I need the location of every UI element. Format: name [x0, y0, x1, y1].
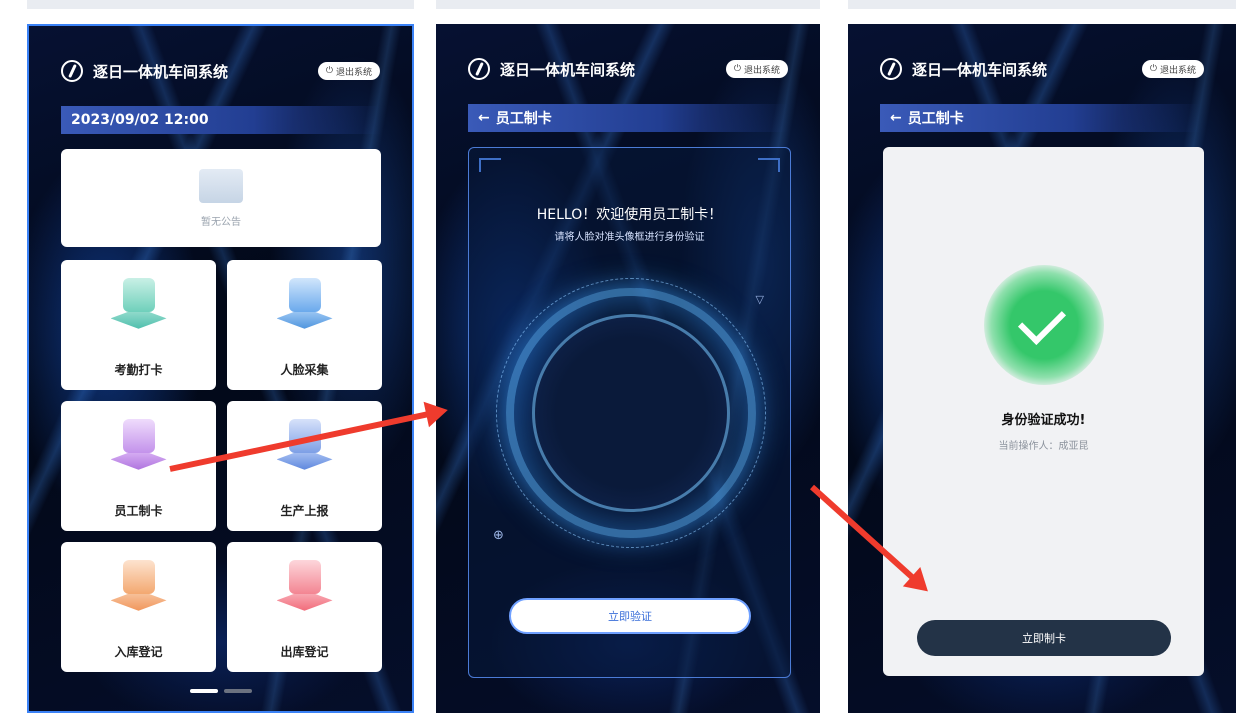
house-out-icon	[273, 560, 337, 626]
home-screen: 逐日一体机车间系统 ⏻ 退出系统 2023/09/02 12:00 暂无公告 考…	[27, 24, 414, 713]
success-card: 身份验证成功! 当前操作人：成亚昆 立即制卡	[883, 147, 1204, 676]
back-title: 员工制卡	[907, 111, 964, 127]
document-icon	[273, 419, 337, 485]
success-title: 身份验证成功!	[1001, 413, 1086, 428]
triangle-icon: ▽	[755, 293, 764, 306]
card-icon	[107, 419, 171, 485]
frame-corner	[479, 158, 501, 172]
verify-success-screen: 逐日一体机车间系统 ⏻ 退出系统 ← 员工制卡 身份验证成功! 当前操作人：成亚…	[848, 24, 1236, 713]
app-logo-icon	[468, 58, 490, 80]
cropped-top-strip	[436, 0, 820, 9]
tile-label: 生产上报	[280, 504, 329, 518]
tile-stock-in[interactable]: 入库登记	[61, 542, 216, 672]
tile-label: 人脸采集	[280, 363, 329, 377]
page-indicator[interactable]	[189, 689, 252, 693]
operator-text: 当前操作人：成亚昆	[998, 441, 1089, 452]
back-arrow-icon[interactable]: ←	[890, 110, 902, 126]
function-grid: 考勤打卡 人脸采集 员工制卡 生产上报 入库登记 出库登记	[61, 260, 383, 672]
exit-button[interactable]: ⏻ 退出系统	[725, 60, 788, 78]
make-card-button[interactable]: 立即制卡	[917, 620, 1171, 656]
tile-stock-out[interactable]: 出库登记	[227, 542, 382, 672]
frame-corner	[758, 158, 780, 172]
app-brand: 逐日一体机车间系统	[880, 58, 1047, 80]
back-arrow-icon[interactable]: ←	[478, 110, 490, 126]
app-title: 逐日一体机车间系统	[500, 60, 636, 79]
app-logo-icon	[880, 58, 902, 80]
hello-heading: HELLO！欢迎使用员工制卡！	[536, 207, 723, 223]
app-logo-icon	[61, 60, 83, 82]
exit-label: 退出系统	[335, 67, 372, 78]
app-brand: 逐日一体机车间系统	[468, 58, 635, 80]
cropped-top-strip	[27, 0, 414, 9]
back-title: 员工制卡	[495, 111, 552, 127]
face-ring	[496, 278, 766, 548]
tile-face-capture[interactable]: 人脸采集	[227, 260, 382, 390]
tile-production-report[interactable]: 生产上报	[227, 401, 382, 531]
verify-button[interactable]: 立即验证	[509, 598, 751, 634]
success-check-icon	[983, 265, 1104, 385]
back-bar[interactable]: ← 员工制卡	[880, 104, 1200, 132]
empty-box-icon	[199, 168, 243, 203]
tile-label: 员工制卡	[114, 504, 163, 518]
face-scan-icon	[273, 278, 337, 344]
exit-button[interactable]: ⏻ 退出系统	[1141, 60, 1204, 78]
exit-button[interactable]: ⏻ 退出系统	[317, 62, 380, 80]
notice-card: 暂无公告	[61, 149, 381, 247]
exit-label: 退出系统	[1159, 65, 1196, 76]
back-bar[interactable]: ← 员工制卡	[468, 104, 788, 132]
tile-label: 入库登记	[114, 645, 163, 659]
face-scan-frame: HELLO！欢迎使用员工制卡！ 请将人脸对准头像框进行身份验证 ▽ ⊕ 立即验证	[468, 147, 791, 678]
face-verify-screen: 逐日一体机车间系统 ⏻ 退出系统 ← 员工制卡 HELLO！欢迎使用员工制卡！ …	[436, 24, 820, 713]
power-icon: ⏻	[325, 66, 333, 76]
datetime-text: 2023/09/02 12:00	[71, 112, 209, 128]
notice-text: 暂无公告	[201, 216, 241, 228]
app-brand: 逐日一体机车间系统	[61, 60, 228, 82]
tile-label: 出库登记	[280, 645, 329, 659]
house-in-icon	[107, 560, 171, 626]
app-title: 逐日一体机车间系统	[912, 60, 1048, 79]
power-icon: ⏻	[733, 64, 741, 74]
app-title: 逐日一体机车间系统	[93, 62, 229, 81]
datetime-bar: 2023/09/02 12:00	[61, 106, 381, 134]
verify-hint: 请将人脸对准头像框进行身份验证	[554, 232, 705, 243]
page-dot-active[interactable]	[189, 689, 218, 693]
tile-attendance[interactable]: 考勤打卡	[61, 260, 216, 390]
calendar-icon	[107, 278, 171, 344]
tile-label: 考勤打卡	[114, 363, 163, 377]
cropped-top-strip	[848, 0, 1236, 9]
power-icon: ⏻	[1149, 64, 1157, 74]
page-dot[interactable]	[223, 689, 252, 693]
exit-label: 退出系统	[743, 65, 780, 76]
crosshair-icon: ⊕	[493, 528, 504, 543]
stage: 逐日一体机车间系统 ⏻ 退出系统 2023/09/02 12:00 暂无公告 考…	[0, 0, 1241, 724]
